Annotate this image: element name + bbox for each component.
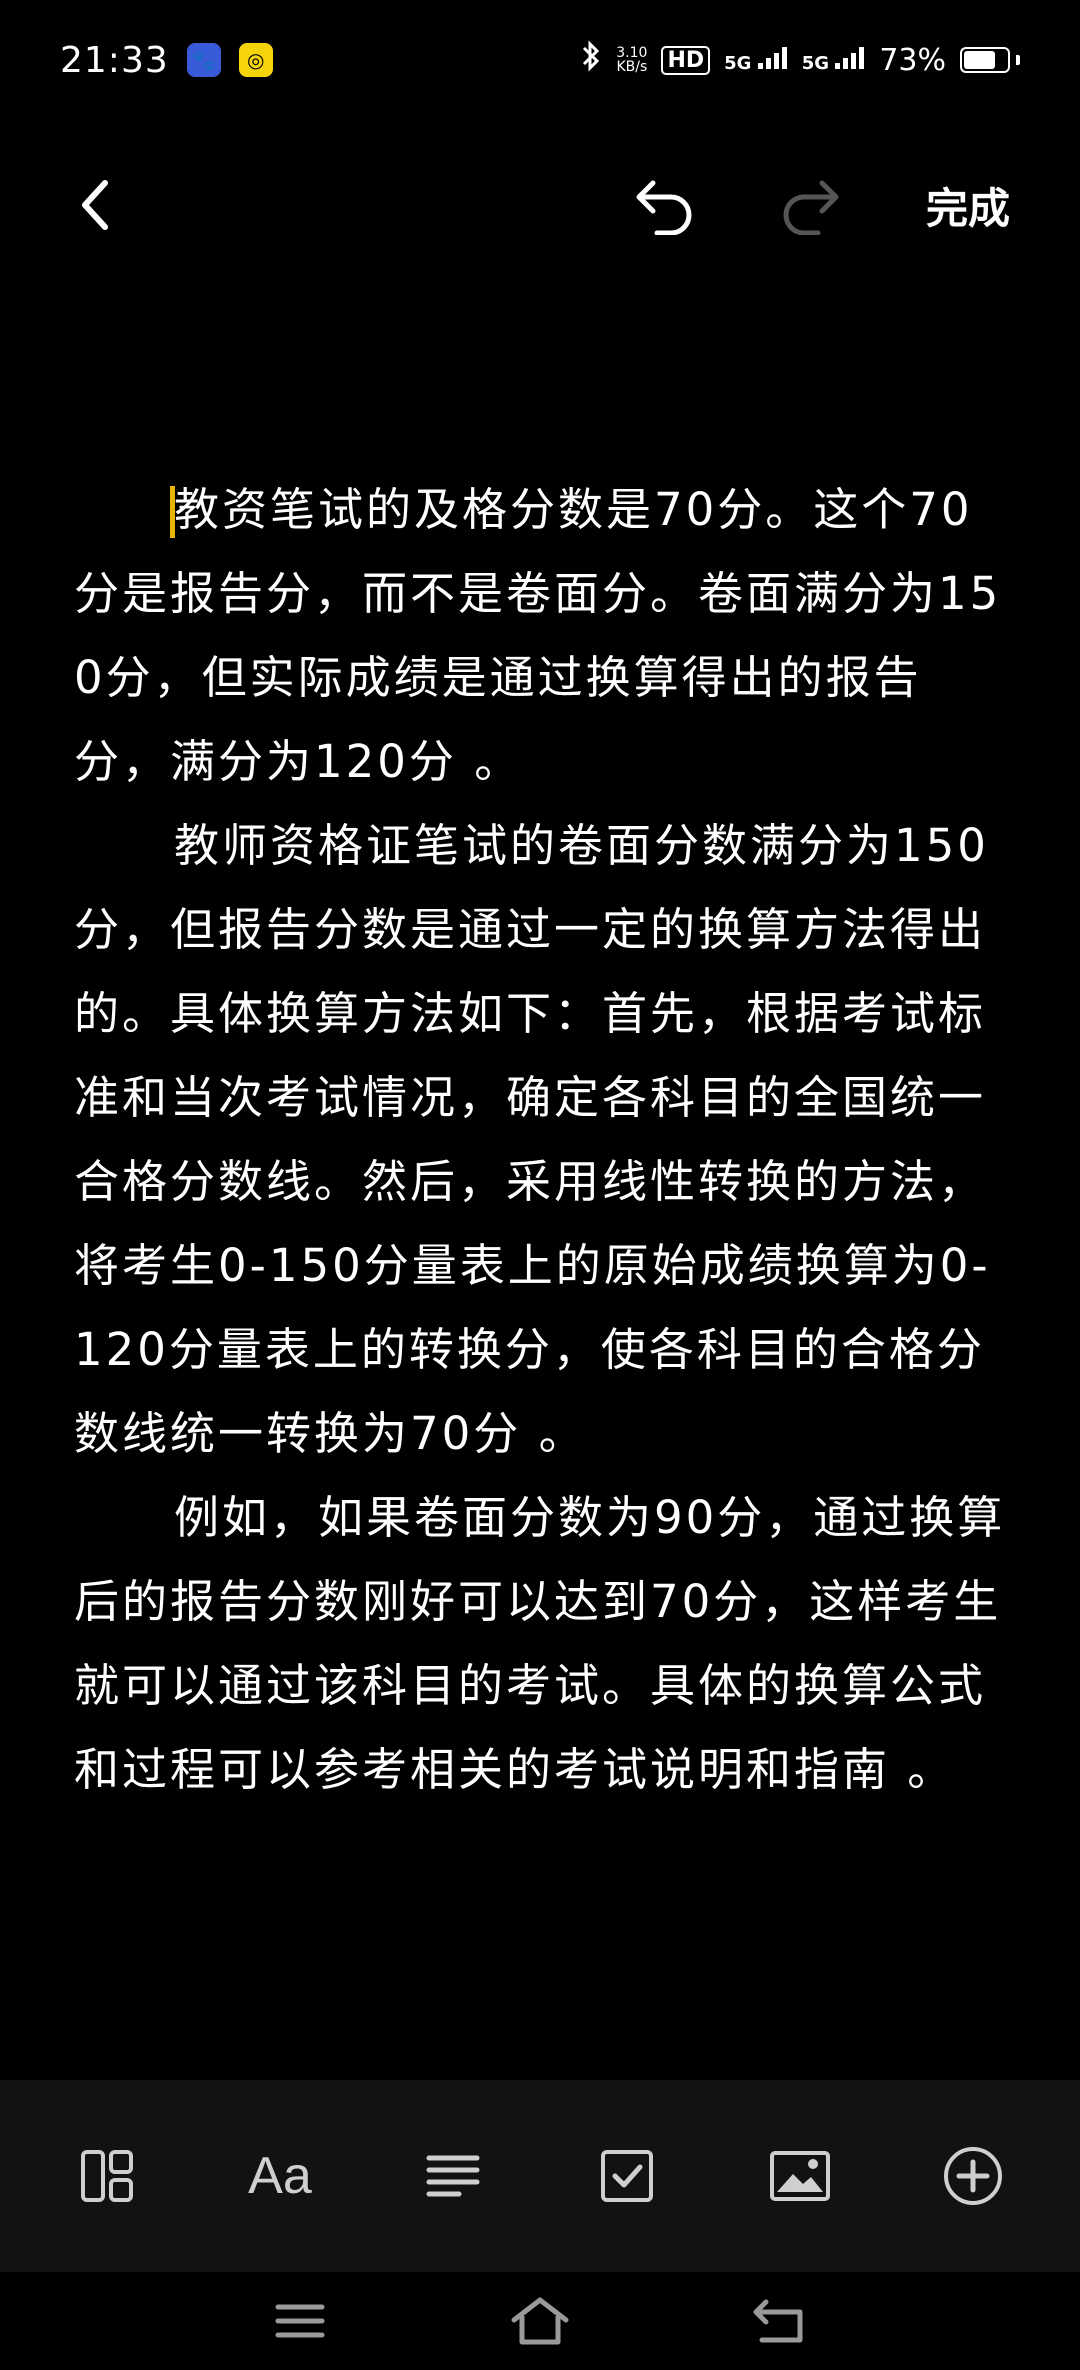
plus-circle-icon bbox=[944, 2147, 1003, 2205]
baidu-app-icon: 🐾 bbox=[186, 43, 221, 77]
text-cursor bbox=[170, 486, 175, 538]
status-right: 3.10 KB/s HD 5G 5G 73% bbox=[580, 39, 1020, 81]
net-speed-unit: KB/s bbox=[616, 59, 648, 75]
status-bar: 21:33 🐾 ◎ 3.10 KB/s HD 5G 5G 73% bbox=[0, 0, 1080, 120]
add-button[interactable] bbox=[923, 2126, 1023, 2226]
status-time: 21:33 bbox=[60, 39, 169, 81]
back-arrow-icon bbox=[753, 2299, 803, 2343]
note-paragraph[interactable]: 教师资格证笔试的卷面分数满分为150分，但报告分数是通过一定的换算方法得出的。具… bbox=[74, 804, 1006, 1476]
redo-icon bbox=[783, 180, 839, 235]
insert-image-button[interactable] bbox=[750, 2126, 850, 2226]
battery-fill bbox=[964, 51, 995, 69]
net-speed-value: 3.10 bbox=[616, 45, 648, 61]
chevron-left-icon bbox=[82, 180, 108, 230]
layout-icon bbox=[80, 2150, 133, 2202]
signal-5g-icon-2: 5G bbox=[801, 46, 866, 74]
battery-shell bbox=[960, 47, 1010, 73]
status-left: 21:33 🐾 ◎ bbox=[60, 40, 273, 81]
home-button[interactable] bbox=[500, 2286, 580, 2356]
notification-app-icon: ◎ bbox=[238, 43, 273, 77]
editor-top-bar: 完成 bbox=[0, 150, 1080, 260]
image-icon bbox=[769, 2151, 830, 2201]
note-paragraph[interactable]: 教资笔试的及格分数是70分。这个70分是报告分，而不是卷面分。卷面满分为150分… bbox=[74, 468, 1006, 804]
note-paragraph-text: 例如，如果卷面分数为90分，通过换算后的报告分数刚好可以达到70分，这样考生就可… bbox=[74, 1491, 1006, 1796]
battery-percent: 73% bbox=[879, 42, 946, 78]
text-style-button[interactable]: Aa bbox=[230, 2126, 330, 2226]
battery-icon bbox=[960, 47, 1020, 73]
signal1-label: 5G bbox=[724, 52, 752, 74]
system-nav-bar bbox=[0, 2272, 1080, 2370]
note-body[interactable]: 教资笔试的及格分数是70分。这个70分是报告分，而不是卷面分。卷面满分为150分… bbox=[74, 468, 1006, 1812]
undo-button[interactable] bbox=[625, 170, 705, 240]
back-button[interactable] bbox=[60, 170, 130, 240]
hd-voice-icon: HD bbox=[661, 45, 711, 75]
net-speed: 3.10 KB/s bbox=[616, 46, 647, 74]
align-left-icon bbox=[426, 2155, 480, 2197]
signal2-label: 5G bbox=[801, 52, 830, 74]
bluetooth-icon bbox=[580, 39, 602, 81]
note-paragraph-text: 教师资格证笔试的卷面分数满分为150分，但报告分数是通过一定的换算方法得出的。具… bbox=[74, 819, 991, 1460]
checklist-button[interactable] bbox=[577, 2126, 677, 2226]
redo-button[interactable] bbox=[770, 170, 850, 240]
done-button[interactable]: 完成 bbox=[926, 175, 1010, 235]
note-paragraph-text: 教资笔试的及格分数是70分。这个70分是报告分，而不是卷面分。卷面满分为150分… bbox=[74, 483, 1002, 788]
battery-tip bbox=[1016, 55, 1020, 65]
format-toolbar: Aa bbox=[0, 2080, 1080, 2272]
recent-apps-button[interactable] bbox=[260, 2286, 340, 2356]
note-paragraph[interactable]: 例如，如果卷面分数为90分，通过换算后的报告分数刚好可以达到70分，这样考生就可… bbox=[74, 1476, 1006, 1812]
home-icon bbox=[511, 2297, 569, 2345]
checkbox-icon bbox=[600, 2150, 653, 2202]
menu-icon bbox=[275, 2304, 325, 2338]
text-style-label: Aa bbox=[248, 2147, 312, 2205]
back-nav-button[interactable] bbox=[740, 2286, 820, 2356]
signal-5g-icon: 5G bbox=[724, 46, 788, 74]
undo-icon bbox=[636, 180, 692, 235]
align-button[interactable] bbox=[403, 2126, 503, 2226]
layout-button[interactable] bbox=[57, 2126, 157, 2226]
